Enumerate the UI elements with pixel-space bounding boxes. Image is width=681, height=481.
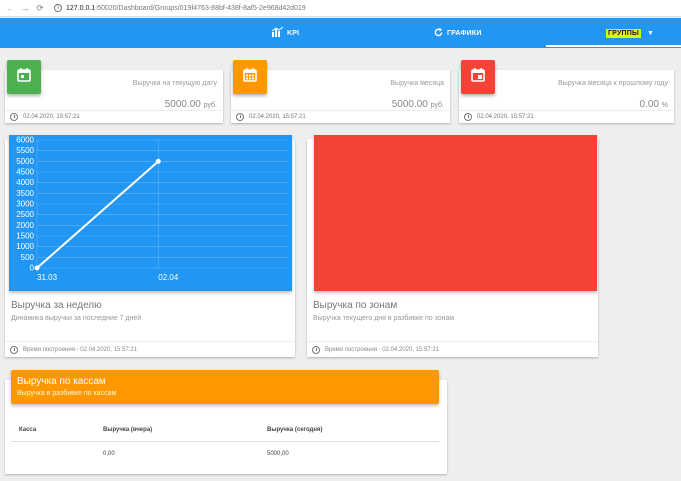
tab-groups[interactable]: ГРУППЫ ▼: [606, 18, 654, 48]
kpi-timestamp: 02.04.2020, 15:57:21: [249, 114, 306, 120]
kpi-card-year-compare: Выручка месяца к прошлому году 0.00 % 02…: [459, 60, 674, 123]
y-tick-label: 0: [30, 264, 35, 273]
kpi-unit: руб.: [430, 102, 444, 109]
refresh-icon: [434, 27, 443, 39]
cashbox-header: Выручка по кассам Выручка в разбивке по …: [11, 370, 439, 404]
clock-icon: [10, 113, 18, 121]
kpi-unit: руб.: [203, 102, 217, 109]
column-header-cashbox: Касса: [19, 427, 37, 433]
column-header-today: Выручка (сегодня): [267, 427, 323, 433]
reload-icon[interactable]: ⟳: [34, 3, 46, 14]
cashbox-revenue-card: Выручка по кассам Выручка в разбивке по …: [5, 370, 447, 474]
kpi-footer: 02.04.2020, 15:57:21: [231, 110, 450, 123]
tab-kpi-label: KPI: [287, 29, 300, 37]
kpi-timestamp: 02.04.2020, 15:57:21: [477, 114, 534, 120]
kpi-card-month: Выручка месяца 5000.00 руб. 02.04.2020, …: [231, 60, 450, 123]
calendar-month-icon: [243, 68, 257, 86]
clock-icon: [10, 345, 18, 354]
kpi-value: 5000.00 руб.: [165, 99, 217, 110]
y-tick-label: 3500: [16, 189, 34, 198]
kpi-value-number: 0.00: [639, 99, 659, 110]
card-title: Выручка за неделю: [11, 300, 102, 311]
address-bar[interactable]: 127.0.0.1:60020/Dashboard/Groups/019f476…: [66, 5, 306, 12]
card-subtitle: Выручка в разбивке по кассам: [17, 390, 117, 397]
kpi-title: Выручка на текущую дату: [132, 80, 217, 87]
kpi-title: Выручка месяца к прошлому году: [558, 80, 668, 87]
y-tick-label: 6000: [16, 136, 34, 145]
calendar-today-icon: [17, 68, 31, 86]
tab-charts-label: ГРАФИКИ: [447, 29, 482, 37]
weekly-revenue-chart: 0 500 1000 1500 2000 2500 3000 3500 4000 4500 5000…: [9, 135, 292, 291]
card-title: Выручка по зонам: [313, 300, 398, 311]
y-tick-label: 4500: [16, 168, 34, 177]
card-footer: Время построения - 02.04.2020, 15:57:21: [5, 341, 295, 357]
tab-charts[interactable]: ГРАФИКИ: [434, 18, 482, 48]
kpi-badge-year-compare: [461, 60, 495, 94]
cell-today: 5000,00: [267, 451, 289, 457]
data-point[interactable]: [155, 158, 161, 164]
card-subtitle: Выручка текущего дня в разбивке по зонам: [313, 315, 455, 322]
kpi-value: 0.00 %: [640, 99, 668, 110]
kpi-badge-month: [233, 60, 267, 94]
kpi-footer: 02.04.2020, 15:57:21: [459, 110, 674, 123]
data-point[interactable]: [34, 265, 40, 271]
kpi-footer: 02.04.2020, 15:57:21: [5, 110, 223, 123]
kpi-unit: %: [661, 102, 668, 109]
url-path: :60020/Dashboard/Groups/019f4763-88bf-43…: [95, 4, 306, 12]
y-tick-label: 1500: [16, 232, 34, 241]
clock-icon: [312, 345, 320, 354]
clock-icon: [236, 113, 244, 121]
card-footer: Время построения - 02.04.2020, 15:57:21: [307, 341, 598, 357]
app-header: KPI ГРАФИКИ ГРУППЫ ▼: [0, 18, 681, 48]
x-tick-label: 31.03: [37, 273, 58, 282]
y-tick-label: 1000: [16, 242, 34, 251]
zones-revenue-card: Выручка по зонам Выручка текущего дня в …: [307, 135, 598, 357]
kpi-value-number: 5000.00: [391, 99, 428, 110]
kpi-value: 5000.00 руб.: [392, 99, 444, 110]
kpi-badge-today: [7, 60, 41, 94]
card-title: Выручка по кассам: [17, 376, 106, 387]
y-tick-label: 3000: [16, 200, 34, 209]
active-tab-indicator: [546, 45, 681, 47]
column-header-yesterday: Выручка (вчера): [103, 427, 153, 433]
tab-groups-label: ГРУППЫ: [606, 28, 642, 38]
y-tick-label: 2500: [16, 210, 34, 219]
line-chart: 0 500 10001500 2000 25003000 3500 40004500 5000…: [16, 136, 288, 282]
card-subtitle: Динамика выручки за последние 7 дней: [11, 315, 142, 322]
zones-revenue-chart: [314, 135, 597, 291]
url-host: 127.0.0.1: [66, 4, 96, 12]
build-time: Время построения - 02.04.2020, 15:57:21: [23, 346, 138, 353]
weekly-revenue-card: 0 500 1000 1500 2000 2500 3000 3500 4000 4500 5000…: [5, 135, 295, 357]
cell-yesterday: 0,00: [103, 451, 115, 457]
forward-arrow-icon[interactable]: →: [19, 3, 31, 13]
calendar-compare-icon: [471, 68, 485, 86]
kpi-timestamp: 02.04.2020, 15:57:21: [23, 114, 80, 120]
build-time: Время построения - 02.04.2020, 15:57:21: [325, 346, 440, 353]
clock-icon: [464, 113, 472, 121]
kpi-title: Выручка месяца: [390, 80, 444, 87]
kpi-card-today: Выручка на текущую дату 5000.00 руб. 02.…: [5, 60, 223, 123]
table-header-divider: [11, 441, 439, 442]
x-tick-label: 02.04: [158, 273, 179, 282]
caret-down-icon: ▼: [647, 29, 655, 37]
browser-toolbar: ← → ⟳ i 127.0.0.1:60020/Dashboard/Groups…: [0, 0, 681, 17]
y-tick-label: 500: [21, 253, 35, 262]
y-tick-label: 5000: [16, 157, 34, 166]
y-tick-label: 4000: [16, 178, 34, 187]
kpi-chart-icon: [271, 26, 284, 39]
y-tick-label: 2000: [16, 221, 34, 230]
site-info-icon[interactable]: i: [54, 4, 62, 12]
tab-kpi[interactable]: KPI: [271, 18, 300, 48]
back-arrow-icon[interactable]: ←: [4, 3, 16, 13]
y-tick-label: 5500: [16, 146, 34, 155]
kpi-value-number: 5000.00: [164, 99, 201, 110]
